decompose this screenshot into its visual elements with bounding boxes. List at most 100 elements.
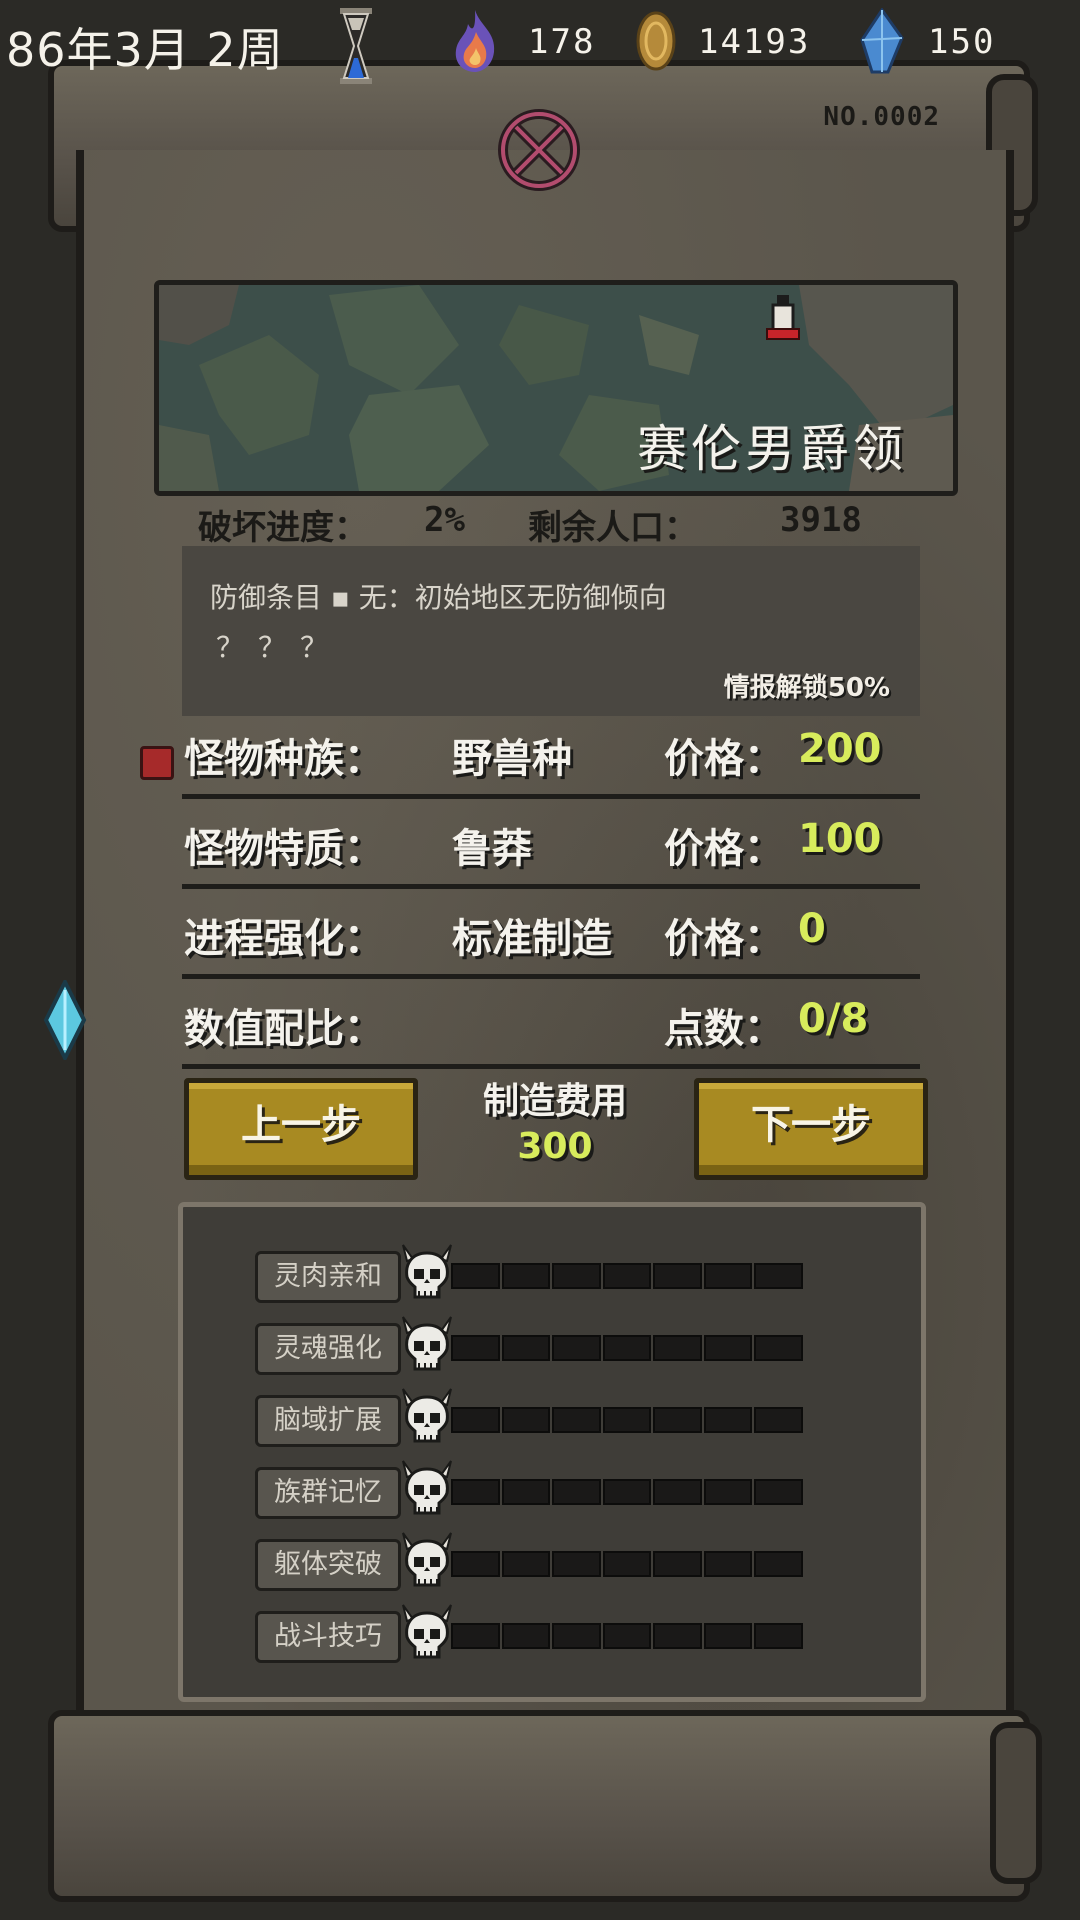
serial-number: NO.0002: [823, 102, 940, 132]
attribute-row-flesh-affinity[interactable]: 灵肉亲和: [255, 1244, 815, 1303]
fire-count: 178: [528, 22, 596, 62]
attribute-bar-segment: [552, 1335, 601, 1361]
attribute-bar-segment: [501, 1335, 551, 1361]
attribute-bar: [451, 1479, 805, 1505]
attribute-bar-segment: [653, 1263, 702, 1289]
price-label: 价格：: [664, 736, 784, 782]
attribute-row-body-break[interactable]: 躯体突破: [255, 1532, 815, 1591]
attribute-bar-segment: [451, 1551, 500, 1577]
attribute-bar: [451, 1335, 805, 1361]
attribute-bar-segment: [703, 1407, 753, 1433]
side-crystal-icon[interactable]: [42, 980, 88, 1060]
attribute-row-clan-memory[interactable]: 族群记忆: [255, 1460, 815, 1519]
attribute-bar-segment: [451, 1263, 500, 1289]
defense-entry-text: 防御条目 ▪ 无：初始地区无防御倾向: [210, 581, 667, 614]
attribute-bar-segment: [754, 1479, 804, 1505]
attribute-bar-segment: [703, 1623, 753, 1649]
craft-cost-value: 300: [517, 1126, 593, 1167]
row-monster-race[interactable]: 怪物种族： 野兽种 价格： 200: [182, 708, 920, 799]
attribute-label[interactable]: 脑域扩展: [255, 1395, 401, 1447]
next-step-button[interactable]: 下一步: [694, 1078, 928, 1180]
skull-icon: [402, 1388, 452, 1443]
attribute-bar-segment: [703, 1551, 753, 1577]
attribute-bar-segment: [602, 1335, 652, 1361]
skull-icon: [402, 1316, 452, 1371]
attribute-bar-segment: [602, 1479, 652, 1505]
attribute-bar-segment: [451, 1335, 500, 1361]
attribute-bar-segment: [501, 1551, 551, 1577]
attribute-bar-segment: [501, 1479, 551, 1505]
skull-icon: [402, 1244, 452, 1299]
price-value: 100: [798, 816, 882, 862]
intel-unlock-text: 情报解锁50%: [723, 673, 890, 703]
hidden-info-text: ？？？: [216, 631, 343, 664]
row-process-enhance[interactable]: 进程强化： 标准制造 价格： 0: [182, 888, 920, 979]
defense-info-box: 防御条目 ▪ 无：初始地区无防御倾向 ？？？ 情报解锁50%: [182, 546, 920, 716]
attribute-bar-segment: [703, 1479, 753, 1505]
prev-step-button[interactable]: 上一步: [184, 1078, 418, 1180]
skull-icon: [402, 1604, 452, 1659]
attribute-bar: [451, 1263, 805, 1289]
attribute-bar-segment: [552, 1263, 601, 1289]
selected-row-marker: [140, 746, 174, 780]
destroy-progress-value: 2%: [424, 500, 465, 540]
attribute-label[interactable]: 躯体突破: [255, 1539, 401, 1591]
price-value: 0: [798, 906, 826, 952]
attribute-bar-segment: [703, 1335, 753, 1361]
attribute-bar-segment: [754, 1407, 804, 1433]
top-hud: 86年3月 2周 178 14193 150: [0, 0, 1080, 90]
region-name: 赛伦男爵领: [637, 420, 907, 478]
price-label: 价格：: [664, 826, 784, 872]
scroll-roll-bottom-right: [990, 1722, 1042, 1884]
craft-cost-label: 制造费用: [482, 1081, 627, 1122]
scroll-bottom-roll: [48, 1710, 1030, 1902]
attribute-bar-segment: [451, 1407, 500, 1433]
points-value: 0/8: [798, 996, 869, 1042]
attribute-label[interactable]: 灵肉亲和: [255, 1251, 401, 1303]
gold-count: 14193: [698, 22, 811, 62]
attribute-label[interactable]: 战斗技巧: [255, 1611, 401, 1663]
attribute-bar-segment: [552, 1551, 601, 1577]
crossed-sigil-icon: [498, 109, 580, 191]
attribute-bar-segment: [754, 1335, 804, 1361]
points-label: 点数：: [664, 1006, 784, 1052]
row-label: 数值配比：: [184, 1006, 384, 1052]
row-monster-trait[interactable]: 怪物特质： 鲁莽 价格： 100: [182, 798, 920, 889]
attribute-row-brain-expand[interactable]: 脑域扩展: [255, 1388, 815, 1447]
attribute-panel: 灵肉亲和灵魂强化脑域扩展族群记忆躯体突破战斗技巧: [178, 1202, 926, 1702]
population-value: 3918: [780, 500, 862, 540]
population-label: 剩余人口：: [528, 508, 698, 548]
skull-icon: [402, 1532, 452, 1587]
region-map[interactable]: 赛伦男爵领: [154, 280, 958, 496]
attribute-row-combat-skill[interactable]: 战斗技巧: [255, 1604, 815, 1663]
attribute-bar-segment: [754, 1623, 804, 1649]
attribute-row-soul-enhance[interactable]: 灵魂强化: [255, 1316, 815, 1375]
attribute-bar-segment: [653, 1407, 702, 1433]
castle-marker-icon[interactable]: [763, 293, 803, 343]
attribute-bar-segment: [754, 1263, 804, 1289]
attribute-bar-segment: [653, 1479, 702, 1505]
row-stat-ratio[interactable]: 数值配比： 点数： 0/8: [182, 978, 920, 1069]
crystal-icon: [860, 8, 904, 74]
attribute-label[interactable]: 灵魂强化: [255, 1323, 401, 1375]
row-label: 怪物种族：: [184, 736, 384, 782]
attribute-bar-segment: [754, 1551, 804, 1577]
attribute-bar-segment: [451, 1479, 500, 1505]
attribute-bar-segment: [552, 1407, 601, 1433]
attribute-bar-segment: [552, 1479, 601, 1505]
destroy-progress-label: 破坏进度：: [198, 508, 368, 548]
attribute-bar: [451, 1623, 805, 1649]
attribute-bar-segment: [501, 1263, 551, 1289]
row-value: 标准制造: [452, 916, 612, 962]
attribute-bar-segment: [552, 1623, 601, 1649]
fire-icon: [455, 10, 495, 72]
attribute-bar-segment: [602, 1407, 652, 1433]
price-label: 价格：: [664, 916, 784, 962]
attribute-label[interactable]: 族群记忆: [255, 1467, 401, 1519]
attribute-bar-segment: [653, 1623, 702, 1649]
attribute-bar-segment: [653, 1335, 702, 1361]
price-value: 200: [798, 726, 882, 772]
attribute-bar: [451, 1551, 805, 1577]
row-value: 野兽种: [452, 736, 572, 782]
attribute-bar-segment: [451, 1623, 500, 1649]
